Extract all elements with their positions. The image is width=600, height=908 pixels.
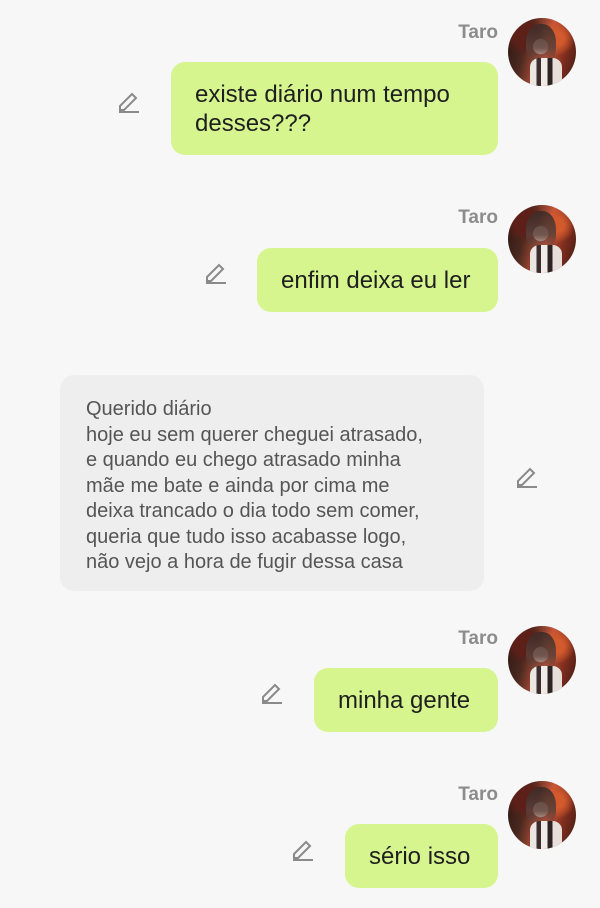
- text-line: deixa trancado o dia todo sem comer,: [86, 500, 420, 522]
- pencil-icon[interactable]: [514, 463, 540, 489]
- sender-name: Taro: [458, 784, 498, 805]
- text-line: Querido diário: [86, 398, 212, 420]
- text-line: não vejo a hora de fugir dessa casa: [86, 551, 403, 573]
- avatar[interactable]: [508, 626, 576, 694]
- text-line: hoje eu sem querer cheguei atrasado,: [86, 423, 423, 446]
- message-bubble[interactable]: existe diário num tempo desses???: [171, 62, 498, 155]
- pencil-icon[interactable]: [203, 259, 229, 285]
- text-line: e quando eu chego atrasado minha: [86, 449, 401, 471]
- avatar[interactable]: [508, 781, 576, 849]
- sender-name: Taro: [458, 22, 498, 43]
- message-bubble[interactable]: Querido diário hoje eu sem querer chegue…: [60, 375, 484, 591]
- text-line: queria que tudo isso acabasse logo,: [86, 525, 407, 548]
- sender-name: Taro: [458, 628, 498, 649]
- avatar[interactable]: [508, 205, 576, 273]
- pencil-icon[interactable]: [290, 836, 316, 862]
- pencil-icon[interactable]: [259, 679, 285, 705]
- message-bubble[interactable]: enfim deixa eu ler: [257, 248, 498, 312]
- message-bubble[interactable]: sério isso: [345, 824, 498, 888]
- pencil-icon[interactable]: [116, 88, 142, 114]
- sender-name: Taro: [458, 207, 498, 228]
- text-line: mãe me bate e ainda por cima me: [86, 474, 390, 497]
- message-bubble[interactable]: minha gente: [314, 668, 498, 732]
- avatar[interactable]: [508, 18, 576, 86]
